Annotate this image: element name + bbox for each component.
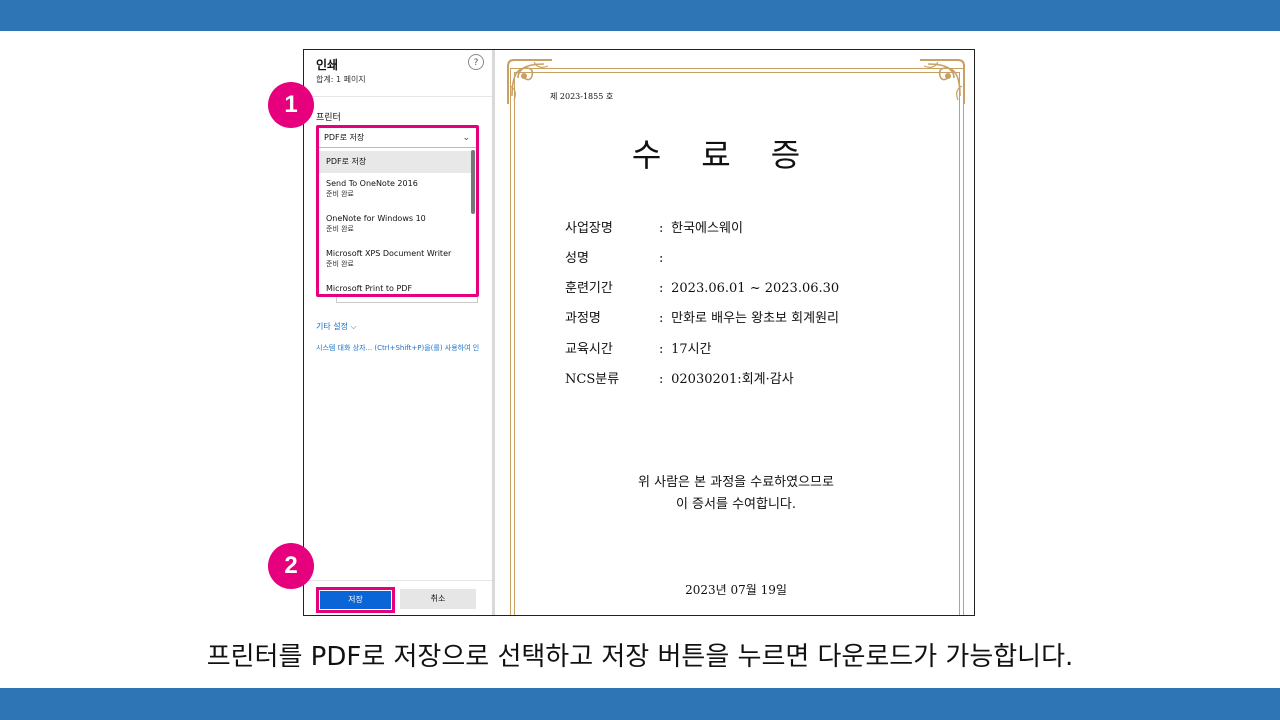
instruction-caption: 프린터를 PDF로 저장으로 선택하고 저장 버튼을 누르면 다운로드가 가능합… (206, 642, 1074, 672)
printer-option[interactable]: OneNote for Windows 10 준비 완료 (319, 214, 471, 234)
certificate-field: 과정명: 만화로 배우는 왕초보 회계원리 (565, 311, 840, 326)
certificate-date: 2023년 07월 19일 (685, 583, 787, 597)
printer-select[interactable]: PDF로 저장 ⌄ (319, 129, 476, 147)
more-settings-link[interactable]: 기타 설정 ⌵ (316, 321, 357, 332)
dropdown-scrollbar[interactable] (471, 150, 475, 214)
certificate-field: 교육시간: 17시간 (565, 342, 712, 357)
chevron-down-icon: ⌄ (462, 133, 470, 143)
print-panel: 인쇄 합계: 1 페이지 ? 프린터 PDF로 저장 ⌄ PDF로 저장 Sen… (304, 50, 495, 615)
printer-option[interactable]: PDF로 저장 (319, 151, 471, 173)
closing-line: 위 사람은 본 과정을 수료하였으므로 (638, 475, 834, 490)
system-dialog-link[interactable]: 시스템 대화 상자... (Ctrl+Shift+P)을(를) 사용하여 인 (316, 343, 494, 353)
certificate-field: 훈련기간: 2023.06.01 ~ 2023.06.30 (565, 281, 840, 296)
obscured-field (336, 297, 478, 303)
certificate-field: NCS분류: 02030201:회계·감사 (565, 372, 794, 387)
certificate-field: 성명: (565, 251, 664, 266)
closing-line: 이 증서를 수여합니다. (675, 497, 797, 512)
printer-option[interactable]: Microsoft XPS Document Writer 준비 완료 (319, 249, 471, 269)
ornament-corner-icon (920, 59, 965, 104)
help-icon[interactable]: ? (468, 54, 484, 70)
ornament-corner-icon (507, 59, 552, 104)
print-dialog-screenshot: 인쇄 합계: 1 페이지 ? 프린터 PDF로 저장 ⌄ PDF로 저장 Sen… (303, 49, 975, 616)
bottom-banner (0, 688, 1280, 720)
certificate-field: 사업장명: 한국에스웨이 (565, 221, 743, 236)
certificate-number: 제 2023-1855 호 (550, 92, 614, 101)
printer-label: 프린터 (316, 113, 341, 123)
cancel-button[interactable]: 취소 (400, 589, 476, 609)
save-highlight-box: 저장 (316, 587, 395, 613)
certificate-title: 수료증 (631, 136, 841, 174)
step-marker-2: 2 (268, 543, 314, 589)
save-button[interactable]: 저장 (320, 591, 391, 609)
certificate-preview: 제 2023-1855 호 수료증 사업장명: 한국에스웨이 성명: 훈련기간:… (498, 50, 974, 615)
top-banner (0, 0, 1280, 31)
printer-dropdown: PDF로 저장 Send To OneNote 2016 준비 완료 OneNo… (319, 147, 476, 298)
page-count: 합계: 1 페이지 (316, 75, 366, 84)
divider (304, 96, 492, 97)
panel-title: 인쇄 (316, 58, 339, 72)
step-marker-1: 1 (268, 82, 314, 128)
divider (304, 580, 492, 581)
selected-printer: PDF로 저장 (324, 133, 365, 142)
printer-option[interactable]: Send To OneNote 2016 준비 완료 (319, 179, 471, 199)
printer-option[interactable]: Microsoft Print to PDF (319, 284, 471, 293)
